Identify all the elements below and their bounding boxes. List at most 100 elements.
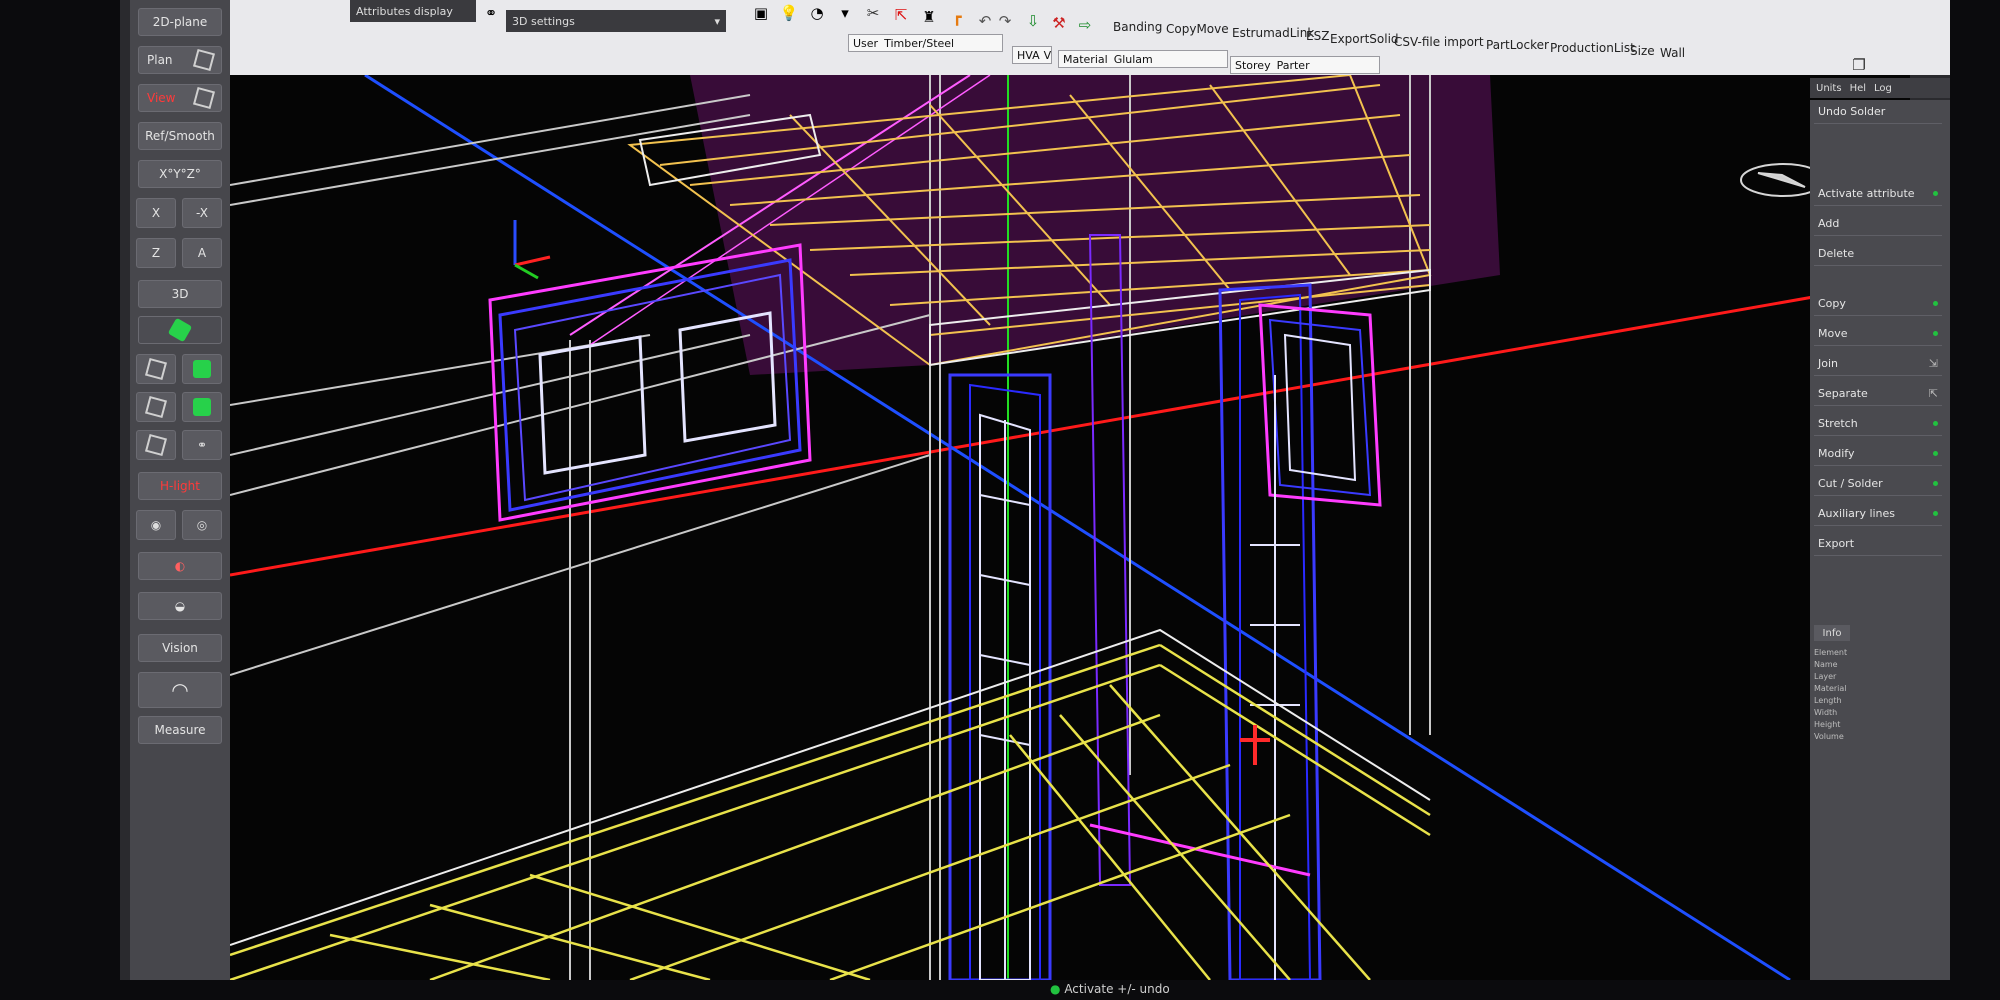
solid-cube-icon bbox=[193, 360, 211, 378]
menu-csv-import[interactable]: CSV-file import bbox=[1394, 35, 1484, 49]
wireframe-cube-button[interactable] bbox=[136, 354, 176, 384]
hidden-cube-button[interactable] bbox=[136, 392, 176, 422]
group-cube-button[interactable] bbox=[136, 430, 176, 460]
hva-field[interactable]: HVA V bbox=[1012, 46, 1052, 64]
menu-size[interactable]: Size bbox=[1630, 44, 1655, 58]
bulb-off-icon[interactable]: ◔ bbox=[806, 2, 828, 24]
3d-button[interactable]: 3D bbox=[138, 280, 222, 308]
neg-x-button[interactable]: -X bbox=[182, 198, 222, 228]
vision-button[interactable]: Vision bbox=[138, 634, 222, 662]
chevron-down-icon: ▾ bbox=[714, 14, 720, 28]
stretch-item[interactable]: Stretch bbox=[1814, 412, 1942, 436]
menu-productionlist[interactable]: ProductionList bbox=[1550, 41, 1635, 55]
attributes-display-tab[interactable]: Attributes display bbox=[350, 0, 476, 22]
separate-item[interactable]: Separate ⇱ bbox=[1814, 382, 1942, 406]
move-dot-icon bbox=[1933, 331, 1938, 336]
view-button[interactable]: View bbox=[138, 84, 222, 112]
tab-log[interactable]: Log bbox=[1874, 83, 1892, 94]
copy-item[interactable]: Copy bbox=[1814, 292, 1942, 316]
user-label: User bbox=[853, 36, 879, 50]
info-line: Name bbox=[1814, 660, 1838, 669]
link-button[interactable]: ⚭ bbox=[182, 430, 222, 460]
modify-item[interactable]: Modify bbox=[1814, 442, 1942, 466]
group-cube-icon bbox=[144, 433, 168, 457]
lightbulb-icon[interactable]: 💡 bbox=[778, 2, 800, 24]
eye-button[interactable]: ◉ bbox=[136, 510, 176, 540]
stretch-label: Stretch bbox=[1818, 417, 1858, 430]
3d-settings-dropdown[interactable]: 3D settings ▾ bbox=[506, 10, 726, 32]
lamp-tool-icon[interactable]: ▾ bbox=[834, 2, 856, 24]
tab-help[interactable]: Hel bbox=[1850, 83, 1866, 94]
menu-esz[interactable]: ESZ bbox=[1306, 29, 1329, 43]
menu-estrumadlink[interactable]: EstrumadLink bbox=[1232, 26, 1314, 40]
angles-button[interactable]: X°Y°Z° bbox=[138, 160, 222, 188]
copy-label: Copy bbox=[1818, 297, 1846, 310]
gauge-button[interactable]: ◠ bbox=[138, 672, 222, 708]
highlight-button[interactable]: H-light bbox=[138, 472, 222, 500]
cut-solder-item[interactable]: Cut / Solder bbox=[1814, 472, 1942, 496]
info-line: Material bbox=[1814, 684, 1847, 693]
material-value: Glulam bbox=[1113, 52, 1153, 66]
shaded-cube-button[interactable] bbox=[182, 392, 222, 422]
active-dot-icon bbox=[1933, 191, 1938, 196]
3d-viewport[interactable] bbox=[230, 75, 1910, 980]
window-restore-icon[interactable]: ❐ bbox=[1848, 54, 1870, 76]
hidden-cube-icon bbox=[144, 395, 168, 419]
redo-icon[interactable]: ↷ bbox=[994, 10, 1016, 32]
measure-button[interactable]: Measure bbox=[138, 716, 222, 744]
import-icon[interactable]: ⇩ bbox=[1022, 10, 1044, 32]
activate-attribute-item[interactable]: Activate attribute bbox=[1814, 182, 1942, 206]
info-line: Width bbox=[1814, 708, 1838, 717]
menu-copymove[interactable]: CopyMove bbox=[1166, 22, 1229, 36]
view-cube-icon bbox=[192, 86, 216, 110]
2d-plane-button[interactable]: 2D-plane bbox=[138, 8, 222, 36]
join-item[interactable]: Join ⇲ bbox=[1814, 352, 1942, 376]
lamp-icon: ◒ bbox=[174, 599, 186, 613]
tools-icon[interactable]: ⚒ bbox=[1048, 12, 1070, 34]
eye-off-icon: ◎ bbox=[196, 518, 208, 532]
solid-cube-button[interactable] bbox=[182, 354, 222, 384]
menu-exportsolid[interactable]: ExportSolid bbox=[1330, 32, 1399, 46]
info-tab[interactable]: Info bbox=[1814, 625, 1850, 641]
render-mode-button[interactable] bbox=[138, 316, 222, 344]
add-item[interactable]: Add bbox=[1814, 212, 1942, 236]
beam-icon[interactable]: ┏ bbox=[946, 6, 968, 28]
ref-smooth-button[interactable]: Ref/Smooth bbox=[138, 122, 222, 150]
undo-icon[interactable]: ↶ bbox=[974, 10, 996, 32]
menu-partlocker[interactable]: PartLocker bbox=[1486, 38, 1549, 52]
status-bar: ● Activate +/- undo bbox=[1050, 982, 1170, 996]
light-button[interactable]: ◐ bbox=[138, 552, 222, 580]
eye-icon: ◉ bbox=[150, 518, 162, 532]
move-label: Move bbox=[1818, 327, 1848, 340]
a-button[interactable]: A bbox=[182, 238, 222, 268]
wireframe-model bbox=[230, 75, 1910, 980]
delete-item[interactable]: Delete bbox=[1814, 242, 1942, 266]
menu-wall[interactable]: Wall bbox=[1660, 46, 1685, 60]
move-item[interactable]: Move bbox=[1814, 322, 1942, 346]
undo-solder-item[interactable]: Undo Solder bbox=[1814, 100, 1942, 124]
status-text: Activate +/- undo bbox=[1064, 982, 1170, 996]
menu-banding[interactable]: Banding bbox=[1113, 20, 1162, 34]
cut-solder-label: Cut / Solder bbox=[1818, 477, 1883, 490]
x-button[interactable]: X bbox=[136, 198, 176, 228]
export-icon[interactable]: ⇨ bbox=[1074, 14, 1096, 36]
export-item[interactable]: Export bbox=[1814, 532, 1942, 556]
storey-field[interactable]: Storey Parter bbox=[1230, 56, 1380, 74]
plan-button[interactable]: Plan bbox=[138, 46, 222, 74]
wire-cube-icon bbox=[144, 357, 168, 381]
lamp-button[interactable]: ◒ bbox=[138, 592, 222, 620]
stretch-dot-icon bbox=[1933, 421, 1938, 426]
join-arrow-icon: ⇲ bbox=[1928, 357, 1938, 370]
door-frame-left bbox=[948, 373, 1052, 980]
window-icon[interactable]: ▣ bbox=[750, 2, 772, 24]
z-button[interactable]: Z bbox=[136, 238, 176, 268]
tab-units[interactable]: Units bbox=[1816, 83, 1842, 94]
scissors-icon[interactable]: ✂ bbox=[862, 2, 884, 24]
axis-arrow-icon[interactable]: ⇱ bbox=[890, 4, 912, 26]
binoculars-icon[interactable]: ♜ bbox=[918, 6, 940, 28]
material-field[interactable]: Material Glulam bbox=[1058, 50, 1228, 68]
user-field[interactable]: User Timber/Steel bbox=[848, 34, 1003, 52]
auxiliary-lines-item[interactable]: Auxiliary lines bbox=[1814, 502, 1942, 526]
eye-hide-button[interactable]: ◎ bbox=[182, 510, 222, 540]
link-tool-icon[interactable]: ⚭ bbox=[480, 2, 502, 24]
